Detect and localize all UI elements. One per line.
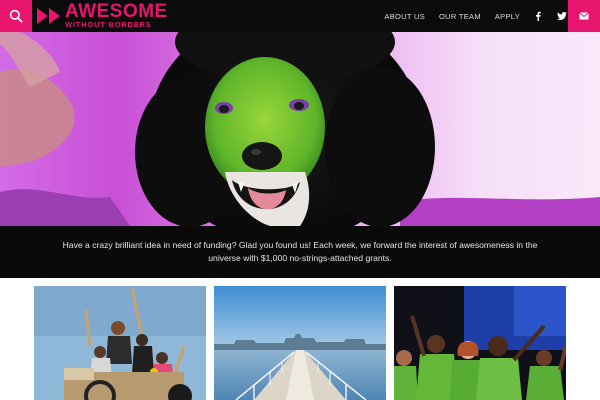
pier-city-skyline — [214, 286, 386, 400]
intro-banner: Have a crazy brilliant idea in need of f… — [0, 226, 600, 278]
nav-about-us[interactable]: ABOUT US — [384, 12, 425, 21]
hero-image — [0, 32, 600, 226]
nav-apply[interactable]: APPLY — [495, 12, 520, 21]
facebook-icon[interactable] — [532, 10, 544, 22]
singers-in-green-shirts — [394, 286, 566, 400]
page: AWESOME WITHOUT BORDERS ABOUT US OUR TEA… — [0, 0, 600, 400]
mail-button[interactable] — [568, 0, 600, 32]
project-cards — [0, 278, 600, 400]
logo-wordmark: AWESOME WITHOUT BORDERS — [65, 1, 168, 30]
project-card-3[interactable] — [394, 286, 566, 400]
twitter-icon[interactable] — [556, 10, 568, 22]
search-button[interactable] — [0, 0, 32, 32]
nav-our-team[interactable]: OUR TEAM — [439, 12, 481, 21]
logo-subtitle: WITHOUT BORDERS — [65, 20, 152, 30]
project-card-1[interactable] — [34, 286, 206, 400]
dog-in-green-facepaint-with-fur-hood — [0, 32, 600, 226]
kids-on-cardboard-cart — [34, 286, 206, 400]
logo-title: AWESOME — [65, 1, 168, 23]
search-icon — [9, 9, 23, 23]
fast-forward-logo-icon — [36, 7, 62, 25]
project-card-2[interactable] — [214, 286, 386, 400]
site-header: AWESOME WITHOUT BORDERS ABOUT US OUR TEA… — [0, 0, 600, 32]
main-nav: ABOUT US OUR TEAM APPLY — [370, 0, 568, 32]
mail-icon — [579, 12, 589, 20]
site-logo[interactable]: AWESOME WITHOUT BORDERS — [36, 0, 168, 32]
intro-text: Have a crazy brilliant idea in need of f… — [62, 240, 538, 263]
